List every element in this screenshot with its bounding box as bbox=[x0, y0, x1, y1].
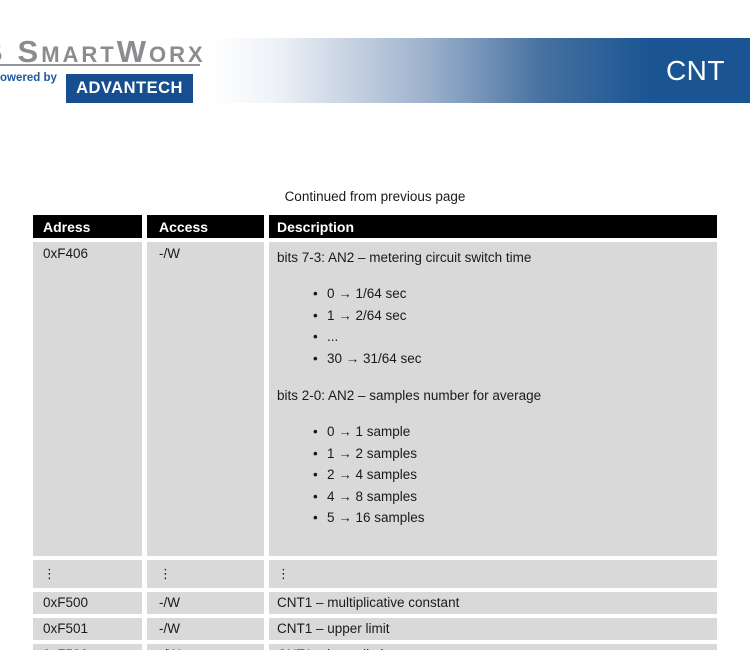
bullet-item: 1 → 2/64 sec bbox=[313, 305, 717, 327]
table-cell-address-ellipsis: ⋮ bbox=[33, 560, 142, 588]
column-header-access: Access bbox=[147, 215, 264, 238]
table-cell-access: -/W bbox=[147, 592, 264, 614]
bullet-item: 5 → 16 samples bbox=[313, 507, 717, 529]
table-cell-description: bits 7-3: AN2 – metering circuit switch … bbox=[269, 242, 717, 556]
header-gradient-bar: CNT bbox=[212, 38, 750, 103]
column-header-adress: Adress bbox=[33, 215, 142, 238]
table-cell-address: 0xF500 bbox=[33, 592, 142, 614]
bullet-item: 4 → 8 samples bbox=[313, 486, 717, 508]
powered-by-label: powered by bbox=[0, 72, 57, 84]
bullet-list: 0 → 1 sample 1 → 2 samples 2 → 4 samples… bbox=[277, 421, 717, 529]
table-cell-description-ellipsis: ⋮ bbox=[269, 560, 717, 588]
continued-note: Continued from previous page bbox=[33, 189, 717, 204]
page-tag: CNT bbox=[666, 55, 750, 87]
table-cell-description: CNT1 – lower limit bbox=[269, 644, 717, 650]
table-cell-access: -/W bbox=[147, 242, 264, 556]
bullet-item: 0 → 1/64 sec bbox=[313, 283, 717, 305]
table-cell-address: 0xF502 bbox=[33, 644, 142, 650]
bullet-list: 0 → 1/64 sec 1 → 2/64 sec ... 30 → 31/64… bbox=[277, 283, 717, 369]
document-page: B+B SmartWorx powered by ADVANTECH CNT C… bbox=[0, 0, 750, 650]
table-cell-access: -/W bbox=[147, 618, 264, 640]
table-cell-description: CNT1 – upper limit bbox=[269, 618, 717, 640]
register-table: Adress Access Description 0xF406 -/W bit… bbox=[33, 215, 717, 650]
bullet-item: ... bbox=[313, 326, 717, 348]
bullet-item: 0 → 1 sample bbox=[313, 421, 717, 443]
column-header-description: Description bbox=[269, 215, 717, 238]
table-cell-access-ellipsis: ⋮ bbox=[147, 560, 264, 588]
table-cell-access: -/W bbox=[147, 644, 264, 650]
table-cell-address: 0xF501 bbox=[33, 618, 142, 640]
bullet-item: 30 → 31/64 sec bbox=[313, 348, 717, 370]
advantech-logo-text: ADVANTECH bbox=[76, 79, 183, 98]
description-intro: bits 2-0: AN2 – samples number for avera… bbox=[277, 384, 717, 405]
table-cell-description: CNT1 – multiplicative constant bbox=[269, 592, 717, 614]
logo-divider-line bbox=[0, 64, 200, 66]
advantech-logo: ADVANTECH bbox=[66, 74, 193, 103]
description-intro: bits 7-3: AN2 – metering circuit switch … bbox=[277, 246, 717, 267]
bullet-item: 1 → 2 samples bbox=[313, 443, 717, 465]
table-cell-address: 0xF406 bbox=[33, 242, 142, 556]
bullet-item: 2 → 4 samples bbox=[313, 464, 717, 486]
